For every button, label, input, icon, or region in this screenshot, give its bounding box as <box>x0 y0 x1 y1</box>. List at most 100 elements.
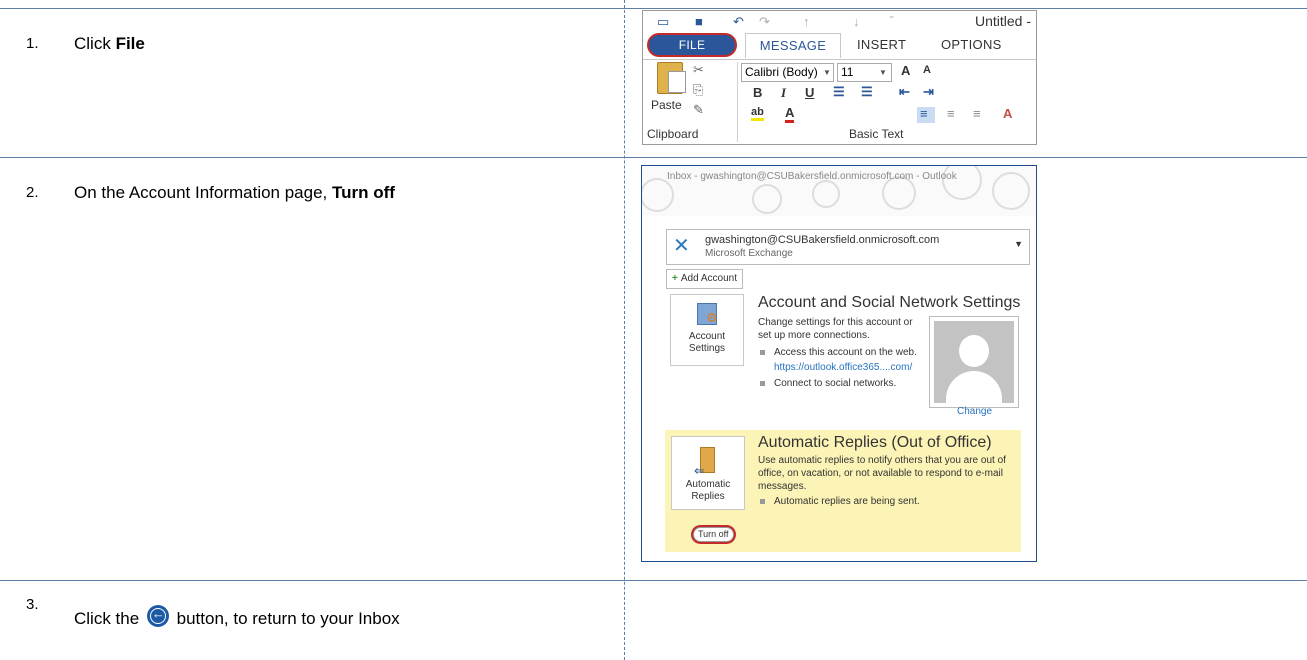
tab-message[interactable]: MESSAGE <box>745 33 841 58</box>
paste-icon[interactable] <box>657 62 686 94</box>
ribbon-screenshot: ▭ ■ ↶ ↷ ↑ ↓ ⁼ Untitled - Me FILE MESSAGE… <box>642 10 1037 145</box>
grow-font-icon[interactable]: A <box>901 63 910 78</box>
step-prefix: On the Account Information page, <box>74 183 332 202</box>
connect-social-text[interactable]: Connect to social networks. <box>774 378 896 389</box>
clipboard-group-label: Clipboard <box>647 127 699 141</box>
decorative-swirl <box>992 172 1030 210</box>
chevron-down-icon[interactable]: ▼ <box>1014 239 1023 249</box>
align-left-icon[interactable]: ≡ <box>920 106 928 121</box>
step-instruction: Click the button, to return to your Inbo… <box>74 605 400 629</box>
clipboard-tools: ✂ ⎘ ✎ <box>693 60 704 120</box>
cut-icon[interactable]: ✂ <box>693 60 704 80</box>
font-name-select[interactable]: Calibri (Body) <box>741 63 834 82</box>
settings-description: Change settings for this account or set … <box>758 317 913 341</box>
avatar-body <box>946 371 1002 403</box>
step-prefix: Click the <box>74 609 144 628</box>
tab-file[interactable]: FILE <box>649 35 735 55</box>
step-instruction: Click File <box>74 34 145 54</box>
add-account-button[interactable]: + Add Account <box>666 269 743 289</box>
back-arrow-icon <box>146 605 169 627</box>
step-number: 3. <box>26 596 39 613</box>
shrink-font-icon[interactable]: A <box>923 64 931 76</box>
row-divider <box>0 580 1307 581</box>
save-icon: ■ <box>695 14 703 29</box>
decrease-indent-icon[interactable]: ⇤ <box>899 84 910 100</box>
numbering-icon[interactable]: ☰ <box>861 84 873 100</box>
format-painter-icon[interactable]: ✎ <box>693 100 704 120</box>
auto-status-item: Automatic replies are being sent. <box>760 496 920 507</box>
automatic-replies-description: Use automatic replies to notify others t… <box>758 455 1006 492</box>
automatic-replies-panel: ⇐ Automatic Replies Automatic Replies (O… <box>665 430 1021 552</box>
bold-icon[interactable]: B <box>753 85 762 100</box>
turn-off-button[interactable]: Turn off <box>693 527 734 542</box>
decorative-swirl <box>812 180 840 208</box>
column-divider <box>624 0 625 660</box>
step-prefix: Click <box>74 34 116 53</box>
step-keyword: File <box>115 34 145 53</box>
font-name-dropdown-icon[interactable]: ▼ <box>823 68 831 77</box>
step-instruction: On the Account Information page, Turn of… <box>74 183 395 203</box>
exchange-icon: ✕ <box>673 235 690 257</box>
table-top-border <box>0 8 1307 9</box>
font-size-dropdown-icon[interactable]: ▼ <box>879 68 887 77</box>
change-photo-link[interactable]: Change <box>957 406 992 417</box>
plus-icon: + <box>672 273 678 284</box>
auto-status-text: Automatic replies are being sent. <box>774 496 920 507</box>
account-settings-icon <box>697 303 718 326</box>
italic-icon[interactable]: I <box>781 85 786 101</box>
connect-social-item: Connect to social networks. <box>760 378 896 389</box>
bullet-icon <box>760 498 765 504</box>
access-web-item: Access this account on the web. <box>760 347 917 358</box>
account-email: gwashington@CSUBakersfield.onmicrosoft.c… <box>705 234 940 246</box>
paste-label[interactable]: Paste <box>651 98 682 112</box>
font-color-icon[interactable]: A <box>785 105 795 123</box>
customize-icon: ⁼ <box>889 14 895 25</box>
profile-photo-frame <box>929 316 1019 408</box>
align-center-icon[interactable]: ≡ <box>947 106 955 121</box>
access-web-text: Access this account on the web. <box>774 347 917 358</box>
step-number: 1. <box>26 35 39 52</box>
bullet-icon <box>760 380 765 386</box>
step-suffix: button, to return to your Inbox <box>171 609 400 628</box>
profile-photo-placeholder <box>934 321 1014 403</box>
align-right-icon[interactable]: ≡ <box>973 106 981 121</box>
increase-indent-icon[interactable]: ⇥ <box>923 84 934 100</box>
automatic-replies-label: Automatic Replies <box>685 479 731 502</box>
step-number: 2. <box>26 184 39 201</box>
outlook-web-link[interactable]: https://outlook.office365....com/ <box>774 362 912 373</box>
redo-icon: ↷ <box>759 14 770 29</box>
new-window-icon: ▭ <box>657 14 670 29</box>
tab-options[interactable]: OPTIONS <box>941 37 1002 52</box>
copy-icon[interactable]: ⎘ <box>693 80 704 100</box>
add-account-label: Add Account <box>680 273 737 284</box>
left-arrow-icon: ⇐ <box>694 463 705 478</box>
highlight-icon[interactable]: ab <box>751 106 764 121</box>
account-header: Inbox - gwashington@CSUBakersfield.onmic… <box>642 166 1036 216</box>
step-keyword: Turn off <box>332 183 395 202</box>
settings-section-title: Account and Social Network Settings <box>758 294 1021 311</box>
decorative-swirl <box>752 184 782 214</box>
ribbon-document-title: Untitled - Me <box>975 13 1036 29</box>
avatar-head <box>959 335 989 367</box>
basic-text-group-label: Basic Text <box>849 127 904 141</box>
account-settings-label: Account Settings <box>688 331 726 354</box>
bullets-icon[interactable]: ☰ <box>833 84 845 100</box>
account-type: Microsoft Exchange <box>705 248 793 259</box>
up-arrow-icon: ↑ <box>803 14 810 29</box>
automatic-replies-title: Automatic Replies (Out of Office) <box>758 434 992 451</box>
group-separator <box>737 62 738 142</box>
tab-insert[interactable]: INSERT <box>857 37 906 52</box>
account-settings-button[interactable]: Account Settings <box>670 294 744 366</box>
down-arrow-icon: ↓ <box>853 14 860 29</box>
underline-icon[interactable]: U <box>805 85 814 100</box>
window-title: Inbox - gwashington@CSUBakersfield.onmic… <box>667 171 957 182</box>
ribbon-title-bar: ▭ ■ ↶ ↷ ↑ ↓ ⁼ Untitled - Me <box>643 11 1036 33</box>
clear-formatting-icon[interactable]: A <box>1003 106 1012 121</box>
ribbon-body: Paste ✂ ⎘ ✎ Clipboard Calibri (Body) ▼ 1… <box>643 59 1036 144</box>
undo-icon: ↶ <box>733 14 744 29</box>
account-info-screenshot: Inbox - gwashington@CSUBakersfield.onmic… <box>641 165 1037 562</box>
automatic-replies-button[interactable]: ⇐ Automatic Replies <box>671 436 745 510</box>
account-selector[interactable]: ✕ gwashington@CSUBakersfield.onmicrosoft… <box>666 229 1030 265</box>
row-divider <box>0 157 1307 158</box>
bullet-icon <box>760 349 765 355</box>
